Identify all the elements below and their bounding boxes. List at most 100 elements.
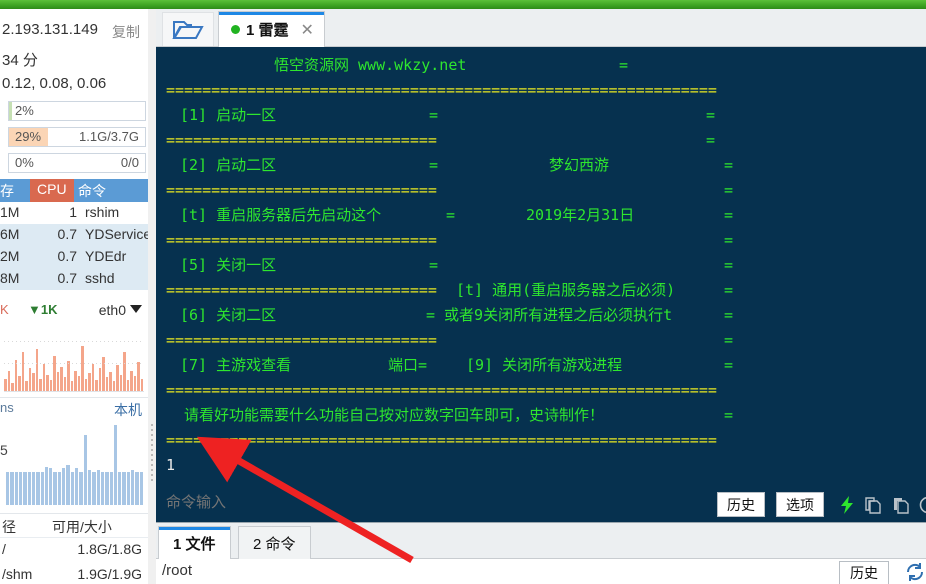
terminal-text: ============================== <box>166 231 437 249</box>
copy-ip-button[interactable]: 复制 <box>112 22 140 42</box>
table-row[interactable]: 6M 0.7 YDService <box>0 224 148 246</box>
current-path: /root <box>162 562 193 579</box>
cpu-meter-fill <box>9 102 12 120</box>
chart-bar <box>21 351 24 391</box>
chart-bar <box>18 376 21 391</box>
terminal-text: [1] 启动一区 <box>180 106 277 124</box>
terminal-line: ============================== = <box>156 228 926 253</box>
memory-meter: 29% 1.1G/3.7G <box>8 127 146 147</box>
terminal-text: ============================== <box>166 331 437 349</box>
list-item[interactable]: / 1.8G/1.8G <box>0 538 148 563</box>
chart-bar <box>31 471 36 505</box>
memory-meter-value: 1.1G/3.7G <box>79 129 139 144</box>
splitter-grip[interactable] <box>151 424 153 484</box>
terminal-text: 请看好功能需要什么功能自己按对应数字回车即可，史诗制作！ <box>184 406 605 424</box>
chart-bar <box>133 376 136 391</box>
file-history-button[interactable]: 历史 <box>839 561 889 584</box>
network-interface-selector[interactable]: eth0 <box>99 302 126 318</box>
chart-bar <box>4 378 7 391</box>
chart-bar <box>109 371 112 391</box>
paste-icon[interactable] <box>889 493 913 517</box>
uptime-value: 34 分 <box>2 52 38 69</box>
chart-bar <box>87 470 92 505</box>
network-chart-header: K ▼1K eth0 <box>0 299 148 323</box>
more-icon[interactable] <box>916 493 926 517</box>
table-row[interactable]: 2M 0.7 YDEdr <box>0 246 148 268</box>
terminal-text: = <box>429 106 439 124</box>
terminal-text: = <box>724 156 734 174</box>
ip-address: 2.193.131.149 <box>2 21 98 38</box>
status-dot-green-icon <box>231 25 240 34</box>
cell-command: YDEdr <box>85 248 127 264</box>
terminal-text: = <box>724 281 734 299</box>
cpu-meter: 2% <box>8 101 146 121</box>
terminal-text: = <box>446 206 456 224</box>
cell-memory: 6M <box>0 226 20 242</box>
chart-bar <box>60 366 63 391</box>
terminal-text: = <box>724 331 734 349</box>
network-chart-bars <box>4 323 144 392</box>
chart-bar <box>67 361 70 391</box>
chart-bar <box>7 370 10 391</box>
terminal-tab-label: 1 雷霆 <box>246 22 289 39</box>
chart-bar <box>109 471 113 505</box>
command-input[interactable] <box>166 494 726 511</box>
refresh-icon[interactable] <box>904 561 926 583</box>
chart-bar <box>122 471 126 505</box>
chart-bar <box>79 471 83 505</box>
close-icon[interactable]: ✕ <box>301 20 314 40</box>
column-header-memory[interactable]: 存 <box>0 181 14 201</box>
chart-bar <box>75 468 79 505</box>
memory-meter-percent: 29% <box>15 129 42 144</box>
chart-bar <box>28 367 31 391</box>
chart-bar <box>92 471 96 505</box>
cell-memory: 8M <box>0 270 20 286</box>
command-history-button[interactable]: 历史 <box>717 492 765 517</box>
chart-bar <box>18 471 23 505</box>
terminal-text: ========================================… <box>166 431 717 449</box>
chevron-down-icon[interactable] <box>130 305 142 313</box>
terminal-text: = <box>429 256 439 274</box>
swap-meter-value: 0/0 <box>120 155 139 170</box>
chart-bar <box>116 365 119 391</box>
open-folder-icon[interactable] <box>162 12 214 46</box>
chart-bar <box>119 374 122 391</box>
mount-table: 径 可用/大小 / 1.8G/1.8G /shm 1.9G/1.9G <box>0 513 148 584</box>
column-header-command[interactable]: 命令 <box>78 181 106 201</box>
chart-bar <box>105 471 109 505</box>
list-item[interactable]: /shm 1.9G/1.9G <box>0 563 148 584</box>
lightning-bolt-icon[interactable] <box>835 493 859 517</box>
chart-bar <box>53 355 56 391</box>
terminal-line: [t] 重启服务器后先启动这个 = 2019年2月31日 = <box>156 203 926 228</box>
table-row[interactable]: 8M 0.7 sshd <box>0 268 148 290</box>
chart-bar <box>118 471 122 505</box>
command-options-button[interactable]: 选项 <box>776 492 824 517</box>
terminal-line: [2] 启动二区 = 梦幻西游 = <box>156 153 926 178</box>
chart-bar <box>96 470 100 505</box>
chart-bar <box>77 376 80 391</box>
terminal-text: [7] 主游戏查看 <box>180 356 292 374</box>
load-average-value: 0.12, 0.08, 0.06 <box>2 75 107 92</box>
chart-bar <box>100 471 105 505</box>
terminal-line: ========================================… <box>156 428 926 453</box>
terminal-text: = <box>706 131 716 149</box>
terminal-output[interactable]: 悟空资源网 www.wkzy.net = =====================… <box>156 47 926 487</box>
terminal-line: ============================== = <box>156 128 926 153</box>
cell-cpu: 0.7 <box>57 270 77 286</box>
chart-bar <box>112 381 115 391</box>
tab-commands[interactable]: 2 命令 <box>238 526 311 559</box>
disk-location-label[interactable]: 本机 <box>114 400 142 420</box>
table-row[interactable]: 1M 1 rshim <box>0 202 148 224</box>
disk-io-chart: ns 本机 5 <box>0 397 148 509</box>
chart-bar <box>131 470 135 505</box>
terminal-tab[interactable]: 1 雷霆 ✕ <box>218 11 325 47</box>
tab-files[interactable]: 1 文件 <box>158 526 231 559</box>
chart-bar <box>57 471 62 505</box>
network-upload-label: K <box>0 302 9 317</box>
panel-splitter[interactable] <box>148 9 156 584</box>
copy-icon[interactable] <box>861 493 885 517</box>
terminal-line: [1] 启动一区 = = <box>156 103 926 128</box>
column-header-cpu[interactable]: CPU <box>30 179 74 202</box>
swap-meter-percent: 0% <box>15 155 34 170</box>
tab-commands-label: 2 命令 <box>253 535 296 553</box>
